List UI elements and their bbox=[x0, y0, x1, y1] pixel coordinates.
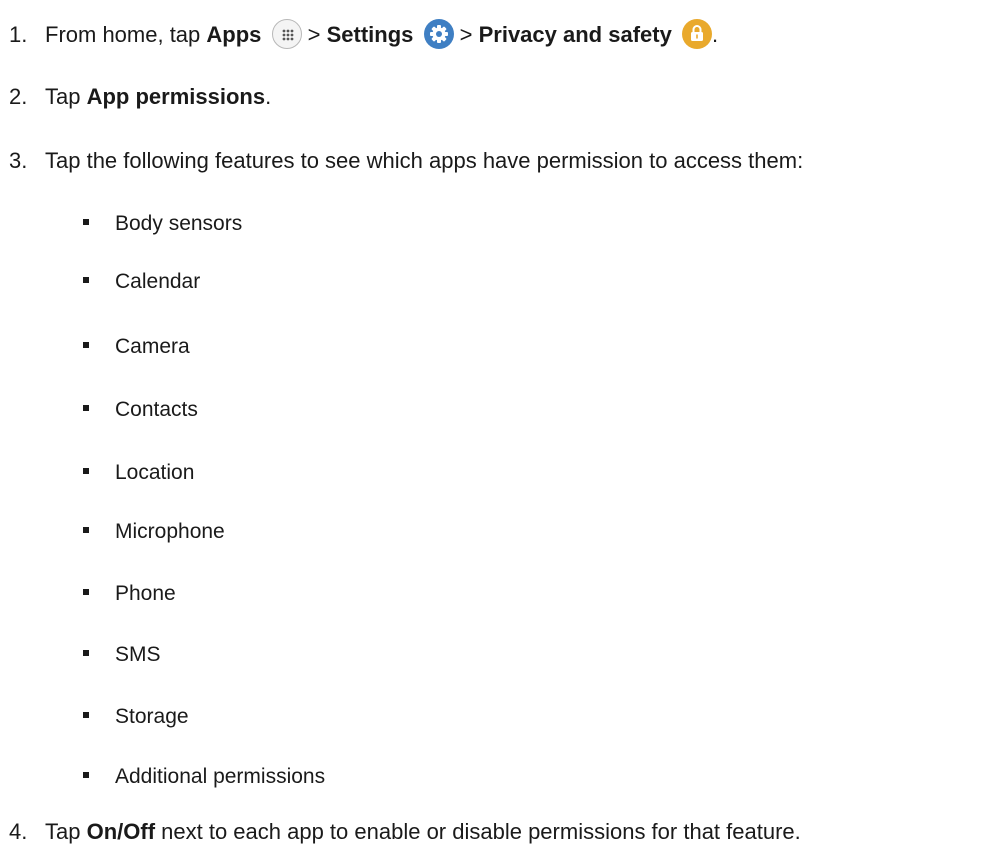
bullet-marker bbox=[83, 527, 89, 533]
step-end: . bbox=[265, 84, 272, 109]
app-permissions-label: App permissions bbox=[86, 84, 266, 109]
apps-grid-icon bbox=[271, 19, 302, 49]
feature-label: Body sensors bbox=[115, 212, 243, 235]
separator: > bbox=[453, 22, 479, 47]
step-text: From home, tap bbox=[45, 22, 207, 47]
on-off-label: On/Off bbox=[86, 819, 156, 844]
step-4: 4. Tap On/Off next to each app to enable … bbox=[9, 817, 801, 847]
settings-gear-icon bbox=[423, 19, 454, 49]
privacy-label: Privacy and safety bbox=[478, 22, 672, 47]
bullet-marker bbox=[83, 589, 89, 595]
privacy-lock-icon bbox=[681, 19, 712, 49]
step-end: . bbox=[711, 22, 719, 47]
bullet-marker bbox=[83, 712, 89, 718]
list-item: Storage bbox=[83, 703, 189, 731]
feature-label: Camera bbox=[115, 335, 190, 358]
step-number: 4. bbox=[9, 819, 28, 844]
feature-label: Microphone bbox=[115, 520, 225, 543]
bullet-marker bbox=[83, 219, 89, 225]
separator: > bbox=[301, 22, 327, 47]
step-3: 3. Tap the following features to see whic… bbox=[9, 146, 803, 176]
step-2: 2. Tap App permissions. bbox=[9, 82, 271, 112]
feature-label: Location bbox=[115, 461, 195, 484]
bullet-marker bbox=[83, 650, 89, 656]
feature-label: SMS bbox=[115, 643, 161, 666]
apps-label: Apps bbox=[206, 22, 262, 47]
settings-label: Settings bbox=[326, 22, 414, 47]
bullet-marker bbox=[83, 342, 89, 348]
list-item: Calendar bbox=[83, 268, 200, 296]
step-text: Tap bbox=[45, 819, 87, 844]
list-item: Camera bbox=[83, 333, 190, 361]
bullet-marker bbox=[83, 405, 89, 411]
step-text: Tap bbox=[45, 84, 87, 109]
step-1: 1. From home, tap Apps > Settings > Priva… bbox=[9, 19, 718, 50]
feature-label: Phone bbox=[115, 582, 176, 605]
list-item: SMS bbox=[83, 641, 161, 669]
step-number: 2. bbox=[9, 84, 28, 109]
step-number: 3. bbox=[9, 148, 28, 173]
list-item: Phone bbox=[83, 580, 176, 608]
bullet-marker bbox=[83, 468, 89, 474]
list-item: Microphone bbox=[83, 518, 225, 546]
step-number: 1. bbox=[9, 22, 28, 47]
list-item: Body sensors bbox=[83, 210, 242, 238]
list-item: Additional permissions bbox=[83, 763, 325, 791]
feature-label: Contacts bbox=[115, 398, 198, 421]
step-text: next to each app to enable or disable pe… bbox=[155, 819, 801, 844]
feature-label: Additional permissions bbox=[115, 765, 326, 788]
bullet-marker bbox=[83, 277, 89, 283]
feature-label: Storage bbox=[115, 705, 189, 728]
feature-label: Calendar bbox=[115, 270, 201, 293]
step-text: Tap the following features to see which … bbox=[45, 148, 804, 173]
list-item: Location bbox=[83, 459, 194, 487]
list-item: Contacts bbox=[83, 396, 198, 424]
bullet-marker bbox=[83, 772, 89, 778]
